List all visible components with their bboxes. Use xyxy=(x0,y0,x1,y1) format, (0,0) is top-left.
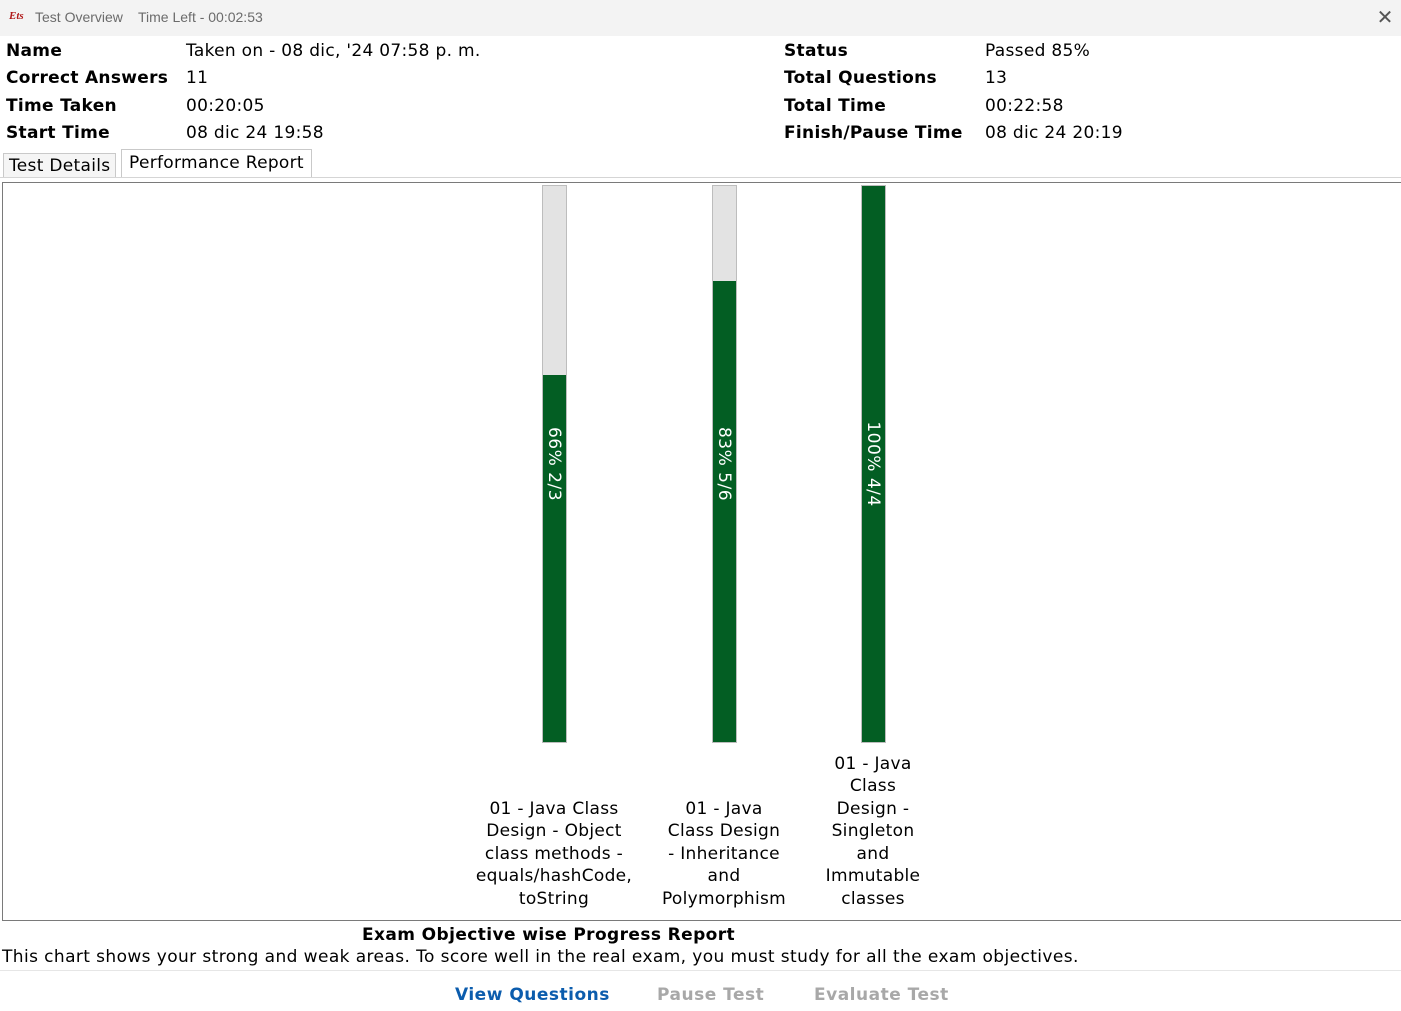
tab-test-details[interactable]: Test Details xyxy=(3,153,117,178)
status-label: Status xyxy=(784,41,848,61)
window-title: Test Overview xyxy=(35,9,123,25)
category-label: 01 - Java Class Design - Inheritance and Pol… xyxy=(661,798,787,909)
bar-value-label: 83% 5/6 xyxy=(714,426,734,502)
finish-pause-time-label: Finish/Pause Time xyxy=(784,123,963,143)
footer-divider xyxy=(0,970,1401,971)
bar-track: 100% 4/4 xyxy=(860,185,886,743)
app-logo-icon: Ets xyxy=(9,10,24,22)
close-icon[interactable]: ✕ xyxy=(1372,4,1398,30)
total-time-label: Total Time xyxy=(784,96,887,116)
category-label: 01 - Java Class Design - Singleton and Immuta… xyxy=(825,753,921,909)
total-questions-label: Total Questions xyxy=(784,68,937,88)
performance-chart-panel: 66% 2/3 01 - Java Class Design - Object cla… xyxy=(2,182,1401,921)
start-time-value: 08 dic 24 19:58 xyxy=(186,123,324,143)
name-value: Taken on - 08 dic, '24 07:58 p. m. xyxy=(186,41,481,61)
report-description: This chart shows your strong and weak ar… xyxy=(2,947,1079,967)
title-bar: Ets Test Overview Time Left - 00:02:53 ✕ xyxy=(0,0,1401,36)
view-questions-button[interactable]: View Questions xyxy=(455,985,610,1005)
pause-test-button[interactable]: Pause Test xyxy=(657,985,764,1005)
total-questions-value: 13 xyxy=(985,68,1008,88)
name-label: Name xyxy=(6,41,63,61)
report-title: Exam Objective wise Progress Report xyxy=(362,925,736,945)
tab-performance-report[interactable]: Performance Report xyxy=(121,149,312,178)
evaluate-test-button[interactable]: Evaluate Test xyxy=(814,985,949,1005)
bar xyxy=(712,280,736,742)
time-left-readout: Time Left - 00:02:53 xyxy=(138,9,263,25)
correct-answers-value: 11 xyxy=(186,68,209,88)
correct-answers-label: Correct Answers xyxy=(6,68,169,88)
bar-track: 83% 5/6 xyxy=(711,185,737,743)
tab-divider xyxy=(0,177,1401,178)
total-time-value: 00:22:58 xyxy=(985,96,1064,116)
category-label: 01 - Java Class Design - Object class meth… xyxy=(475,798,633,909)
bar-value-label: 66% 2/3 xyxy=(544,426,564,502)
status-value: Passed 85% xyxy=(985,41,1091,61)
time-taken-label: Time Taken xyxy=(6,96,117,116)
start-time-label: Start Time xyxy=(6,123,110,143)
finish-pause-time-value: 08 dic 24 20:19 xyxy=(985,123,1123,143)
bar-value-label: 100% 4/4 xyxy=(863,421,883,507)
time-taken-value: 00:20:05 xyxy=(186,96,265,116)
bar-track: 66% 2/3 xyxy=(541,185,567,743)
